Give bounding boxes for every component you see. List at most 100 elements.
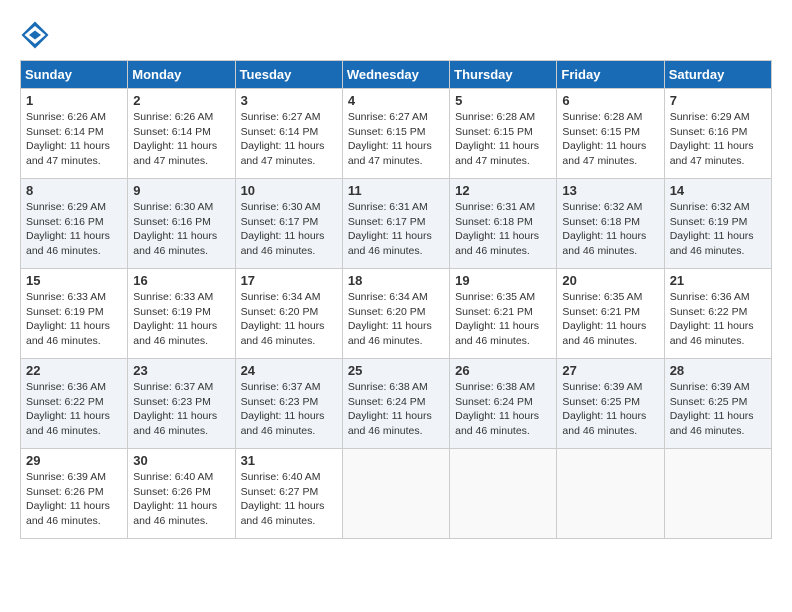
day-info: Sunrise: 6:30 AM Sunset: 6:17 PM Dayligh…: [241, 201, 325, 257]
day-header-tuesday: Tuesday: [235, 61, 342, 89]
calendar-cell: 24 Sunrise: 6:37 AM Sunset: 6:23 PM Dayl…: [235, 359, 342, 449]
logo-icon: [20, 20, 50, 50]
day-number: 14: [670, 183, 766, 198]
calendar-cell: 18 Sunrise: 6:34 AM Sunset: 6:20 PM Dayl…: [342, 269, 449, 359]
calendar-cell: 7 Sunrise: 6:29 AM Sunset: 6:16 PM Dayli…: [664, 89, 771, 179]
calendar-cell: 8 Sunrise: 6:29 AM Sunset: 6:16 PM Dayli…: [21, 179, 128, 269]
calendar-cell: 17 Sunrise: 6:34 AM Sunset: 6:20 PM Dayl…: [235, 269, 342, 359]
day-info: Sunrise: 6:33 AM Sunset: 6:19 PM Dayligh…: [133, 291, 217, 347]
calendar-cell: 26 Sunrise: 6:38 AM Sunset: 6:24 PM Dayl…: [450, 359, 557, 449]
calendar-week-row: 15 Sunrise: 6:33 AM Sunset: 6:19 PM Dayl…: [21, 269, 772, 359]
calendar-cell: 12 Sunrise: 6:31 AM Sunset: 6:18 PM Dayl…: [450, 179, 557, 269]
calendar-cell: 13 Sunrise: 6:32 AM Sunset: 6:18 PM Dayl…: [557, 179, 664, 269]
calendar-cell: [450, 449, 557, 539]
day-number: 22: [26, 363, 122, 378]
day-info: Sunrise: 6:26 AM Sunset: 6:14 PM Dayligh…: [26, 111, 110, 167]
calendar-cell: 15 Sunrise: 6:33 AM Sunset: 6:19 PM Dayl…: [21, 269, 128, 359]
day-info: Sunrise: 6:32 AM Sunset: 6:18 PM Dayligh…: [562, 201, 646, 257]
day-info: Sunrise: 6:28 AM Sunset: 6:15 PM Dayligh…: [562, 111, 646, 167]
day-number: 17: [241, 273, 337, 288]
calendar-cell: 29 Sunrise: 6:39 AM Sunset: 6:26 PM Dayl…: [21, 449, 128, 539]
day-info: Sunrise: 6:33 AM Sunset: 6:19 PM Dayligh…: [26, 291, 110, 347]
calendar-cell: [342, 449, 449, 539]
logo: [20, 20, 54, 50]
calendar-cell: 14 Sunrise: 6:32 AM Sunset: 6:19 PM Dayl…: [664, 179, 771, 269]
day-number: 31: [241, 453, 337, 468]
day-header-thursday: Thursday: [450, 61, 557, 89]
day-info: Sunrise: 6:37 AM Sunset: 6:23 PM Dayligh…: [133, 381, 217, 437]
day-info: Sunrise: 6:38 AM Sunset: 6:24 PM Dayligh…: [455, 381, 539, 437]
calendar-cell: 4 Sunrise: 6:27 AM Sunset: 6:15 PM Dayli…: [342, 89, 449, 179]
calendar-header-row: SundayMondayTuesdayWednesdayThursdayFrid…: [21, 61, 772, 89]
day-number: 27: [562, 363, 658, 378]
calendar-week-row: 1 Sunrise: 6:26 AM Sunset: 6:14 PM Dayli…: [21, 89, 772, 179]
day-number: 21: [670, 273, 766, 288]
day-info: Sunrise: 6:34 AM Sunset: 6:20 PM Dayligh…: [348, 291, 432, 347]
day-info: Sunrise: 6:39 AM Sunset: 6:25 PM Dayligh…: [670, 381, 754, 437]
day-info: Sunrise: 6:37 AM Sunset: 6:23 PM Dayligh…: [241, 381, 325, 437]
calendar-cell: 23 Sunrise: 6:37 AM Sunset: 6:23 PM Dayl…: [128, 359, 235, 449]
calendar-cell: 2 Sunrise: 6:26 AM Sunset: 6:14 PM Dayli…: [128, 89, 235, 179]
calendar-cell: 25 Sunrise: 6:38 AM Sunset: 6:24 PM Dayl…: [342, 359, 449, 449]
day-info: Sunrise: 6:26 AM Sunset: 6:14 PM Dayligh…: [133, 111, 217, 167]
day-info: Sunrise: 6:29 AM Sunset: 6:16 PM Dayligh…: [670, 111, 754, 167]
day-header-sunday: Sunday: [21, 61, 128, 89]
day-number: 6: [562, 93, 658, 108]
day-info: Sunrise: 6:36 AM Sunset: 6:22 PM Dayligh…: [670, 291, 754, 347]
day-number: 9: [133, 183, 229, 198]
day-info: Sunrise: 6:30 AM Sunset: 6:16 PM Dayligh…: [133, 201, 217, 257]
day-number: 15: [26, 273, 122, 288]
day-info: Sunrise: 6:32 AM Sunset: 6:19 PM Dayligh…: [670, 201, 754, 257]
calendar-cell: 11 Sunrise: 6:31 AM Sunset: 6:17 PM Dayl…: [342, 179, 449, 269]
day-info: Sunrise: 6:39 AM Sunset: 6:25 PM Dayligh…: [562, 381, 646, 437]
calendar-cell: 16 Sunrise: 6:33 AM Sunset: 6:19 PM Dayl…: [128, 269, 235, 359]
calendar-table: SundayMondayTuesdayWednesdayThursdayFrid…: [20, 60, 772, 539]
day-info: Sunrise: 6:35 AM Sunset: 6:21 PM Dayligh…: [562, 291, 646, 347]
day-header-saturday: Saturday: [664, 61, 771, 89]
day-number: 16: [133, 273, 229, 288]
day-info: Sunrise: 6:29 AM Sunset: 6:16 PM Dayligh…: [26, 201, 110, 257]
calendar-cell: 3 Sunrise: 6:27 AM Sunset: 6:14 PM Dayli…: [235, 89, 342, 179]
day-number: 26: [455, 363, 551, 378]
day-info: Sunrise: 6:27 AM Sunset: 6:15 PM Dayligh…: [348, 111, 432, 167]
day-info: Sunrise: 6:31 AM Sunset: 6:17 PM Dayligh…: [348, 201, 432, 257]
calendar-cell: 20 Sunrise: 6:35 AM Sunset: 6:21 PM Dayl…: [557, 269, 664, 359]
day-info: Sunrise: 6:40 AM Sunset: 6:27 PM Dayligh…: [241, 471, 325, 527]
calendar-week-row: 8 Sunrise: 6:29 AM Sunset: 6:16 PM Dayli…: [21, 179, 772, 269]
day-info: Sunrise: 6:36 AM Sunset: 6:22 PM Dayligh…: [26, 381, 110, 437]
day-header-friday: Friday: [557, 61, 664, 89]
day-header-monday: Monday: [128, 61, 235, 89]
day-number: 30: [133, 453, 229, 468]
day-info: Sunrise: 6:35 AM Sunset: 6:21 PM Dayligh…: [455, 291, 539, 347]
page-header: [20, 20, 772, 50]
calendar-cell: 27 Sunrise: 6:39 AM Sunset: 6:25 PM Dayl…: [557, 359, 664, 449]
day-info: Sunrise: 6:39 AM Sunset: 6:26 PM Dayligh…: [26, 471, 110, 527]
day-number: 2: [133, 93, 229, 108]
day-number: 28: [670, 363, 766, 378]
day-number: 7: [670, 93, 766, 108]
calendar-cell: 28 Sunrise: 6:39 AM Sunset: 6:25 PM Dayl…: [664, 359, 771, 449]
calendar-cell: 19 Sunrise: 6:35 AM Sunset: 6:21 PM Dayl…: [450, 269, 557, 359]
day-number: 3: [241, 93, 337, 108]
calendar-cell: 31 Sunrise: 6:40 AM Sunset: 6:27 PM Dayl…: [235, 449, 342, 539]
day-number: 10: [241, 183, 337, 198]
day-info: Sunrise: 6:27 AM Sunset: 6:14 PM Dayligh…: [241, 111, 325, 167]
day-number: 5: [455, 93, 551, 108]
day-number: 20: [562, 273, 658, 288]
day-info: Sunrise: 6:34 AM Sunset: 6:20 PM Dayligh…: [241, 291, 325, 347]
day-number: 29: [26, 453, 122, 468]
calendar-cell: 22 Sunrise: 6:36 AM Sunset: 6:22 PM Dayl…: [21, 359, 128, 449]
calendar-week-row: 22 Sunrise: 6:36 AM Sunset: 6:22 PM Dayl…: [21, 359, 772, 449]
day-number: 1: [26, 93, 122, 108]
calendar-cell: 6 Sunrise: 6:28 AM Sunset: 6:15 PM Dayli…: [557, 89, 664, 179]
day-header-wednesday: Wednesday: [342, 61, 449, 89]
day-number: 18: [348, 273, 444, 288]
day-number: 13: [562, 183, 658, 198]
calendar-cell: [664, 449, 771, 539]
day-info: Sunrise: 6:38 AM Sunset: 6:24 PM Dayligh…: [348, 381, 432, 437]
day-info: Sunrise: 6:28 AM Sunset: 6:15 PM Dayligh…: [455, 111, 539, 167]
calendar-cell: 5 Sunrise: 6:28 AM Sunset: 6:15 PM Dayli…: [450, 89, 557, 179]
calendar-cell: 30 Sunrise: 6:40 AM Sunset: 6:26 PM Dayl…: [128, 449, 235, 539]
day-number: 4: [348, 93, 444, 108]
calendar-week-row: 29 Sunrise: 6:39 AM Sunset: 6:26 PM Dayl…: [21, 449, 772, 539]
